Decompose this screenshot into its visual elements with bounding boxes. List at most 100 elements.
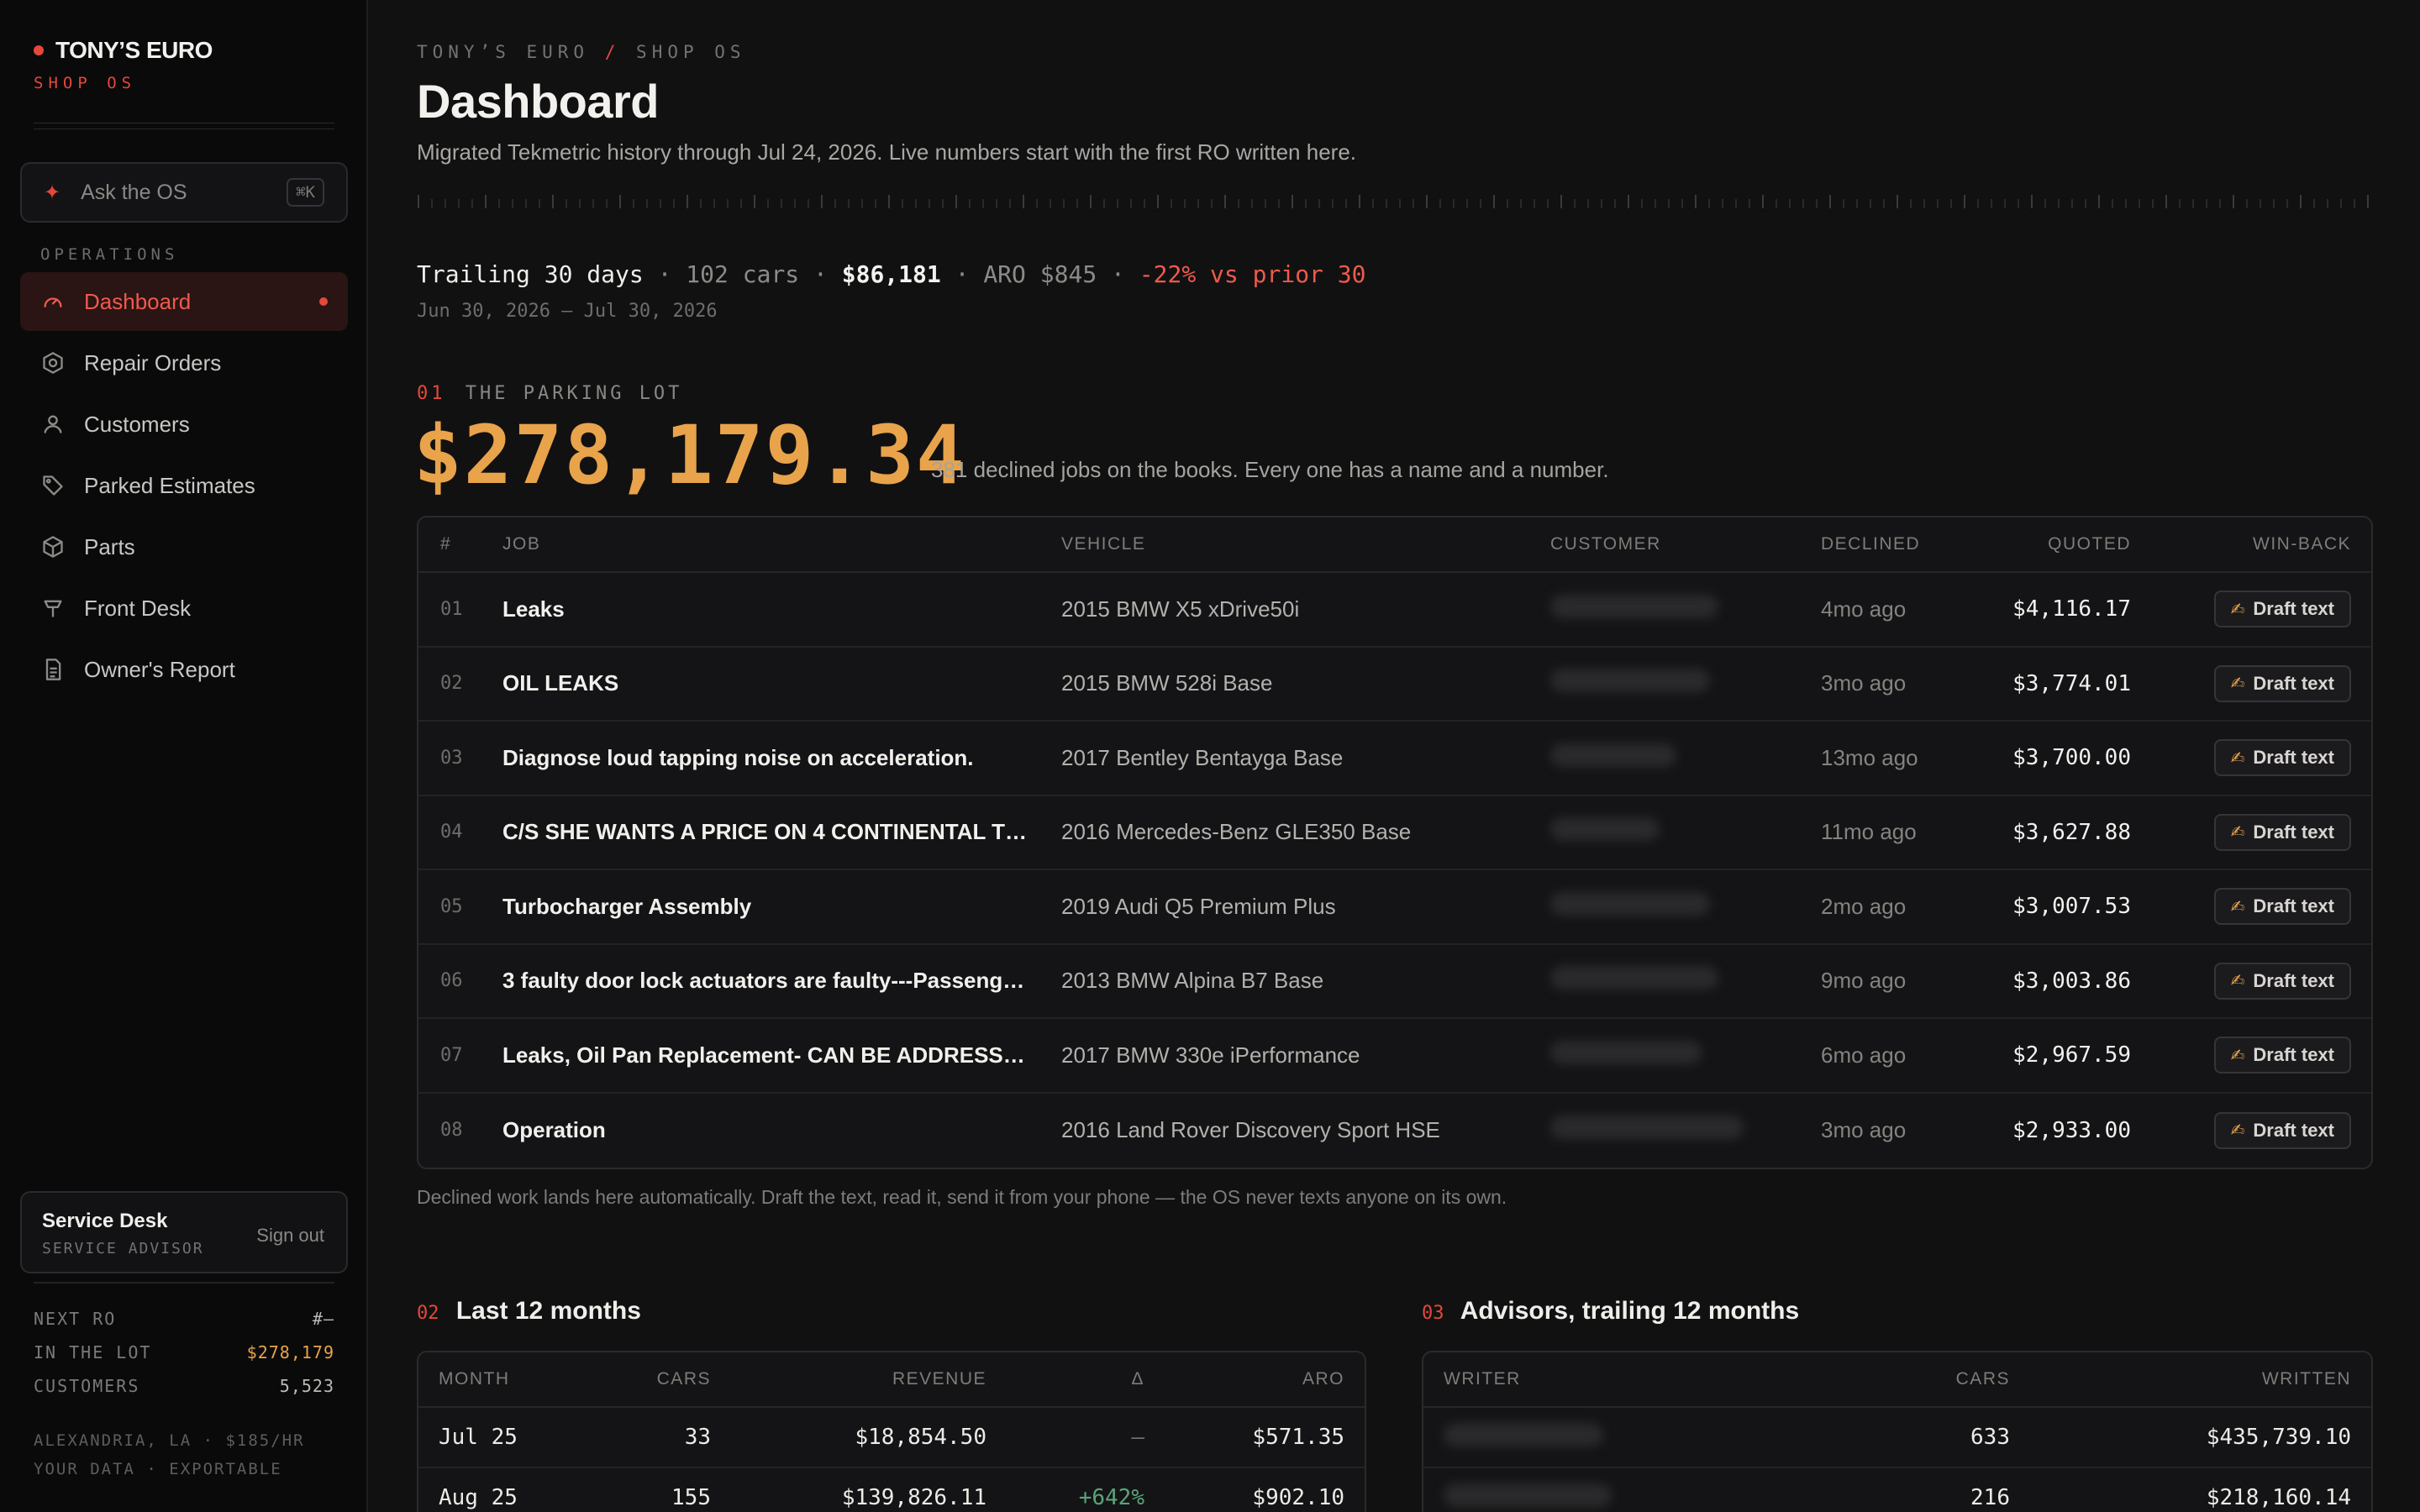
table-row[interactable]: 03 Diagnose loud tapping noise on acceler… [418, 722, 2371, 796]
customer-cell-redacted [1550, 1040, 1702, 1070]
row-number: 07 [440, 1044, 463, 1066]
draft-text-label: Draft text [2253, 1044, 2334, 1066]
winback-cell: ✍ Draft text [2213, 739, 2351, 777]
draft-text-button[interactable]: ✍ Draft text [2213, 888, 2351, 926]
declined-cell: 3mo ago [1821, 1117, 1907, 1143]
sidebar-item-dashboard[interactable]: Dashboard [20, 272, 348, 331]
table-row[interactable]: 633 $435,739.10 [1423, 1408, 2371, 1468]
table-row[interactable]: 216 $218,160.14 [1423, 1468, 2371, 1512]
sidebar-item-parts[interactable]: Parts [20, 517, 348, 576]
col-written: WRITTEN [2261, 1369, 2351, 1389]
draft-text-label: Draft text [2253, 672, 2334, 694]
ask-the-os-button[interactable]: ✦ Ask the OS ⌘K [20, 162, 348, 223]
vehicle-cell: 2013 BMW Alpina B7 Base [1061, 968, 1324, 994]
stat-value: 5,523 [279, 1376, 334, 1396]
winback-cell: ✍ Draft text [2213, 962, 2351, 1000]
col-revenue: REVENUE [892, 1369, 986, 1389]
sidebar-item-owners-report[interactable]: Owner's Report [20, 640, 348, 699]
sidebar-item-label: Repair Orders [84, 349, 222, 375]
writer-cell-redacted [1444, 1483, 1612, 1512]
breadcrumb-shop[interactable]: TONY’S EURO [417, 42, 589, 62]
stat-value: $278,179 [246, 1342, 334, 1362]
table-row[interactable]: Aug 25 155 $139,826.11 +642% $902.10 [418, 1468, 1365, 1512]
row-number: 05 [440, 895, 463, 917]
quoted-cell: $3,003.86 [2012, 968, 2131, 994]
customer-cell-redacted [1550, 891, 1710, 921]
cars-cell: 33 [684, 1425, 711, 1450]
quoted-cell: $4,116.17 [2012, 596, 2131, 622]
sign-out-button[interactable]: Sign out [256, 1225, 324, 1247]
winback-cell: ✍ Draft text [2213, 1037, 2351, 1074]
trailing-dates: Jun 30, 2026 – Jul 30, 2026 [417, 301, 718, 322]
draft-text-button[interactable]: ✍ Draft text [2213, 591, 2351, 628]
vehicle-cell: 2016 Land Rover Discovery Sport HSE [1061, 1117, 1440, 1143]
table-header: MONTH CARS REVENUE Δ ARO [418, 1352, 1365, 1408]
breadcrumb: TONY’S EURO / SHOP OS [417, 42, 746, 62]
declined-cell: 3mo ago [1821, 670, 1907, 696]
table-row[interactable]: 06 3 faulty door lock actuators are fault… [418, 945, 2371, 1019]
sidebar-item-front-desk[interactable]: Front Desk [20, 579, 348, 638]
delta-cell: +642% [1078, 1485, 1144, 1510]
brand[interactable]: TONY’S EURO SHOP OS [34, 37, 213, 92]
draft-text-button[interactable]: ✍ Draft text [2213, 664, 2351, 702]
table-row[interactable]: 07 Leaks, Oil Pan Replacement- CAN BE ADD… [418, 1019, 2371, 1094]
job-cell: OIL LEAKS [502, 670, 619, 696]
active-dot-icon [319, 297, 328, 306]
trailing-cars: 102 cars [686, 260, 800, 288]
winback-cell: ✍ Draft text [2213, 888, 2351, 926]
draft-text-button[interactable]: ✍ Draft text [2213, 739, 2351, 777]
vehicle-cell: 2017 BMW 330e iPerformance [1061, 1042, 1360, 1068]
trailing-aro: ARO $845 [983, 260, 1097, 288]
sidebar: TONY’S EURO SHOP OS ✦ Ask the OS ⌘K OPER… [0, 0, 368, 1512]
row-number: 02 [440, 673, 463, 695]
stat-label: CUSTOMERS [34, 1376, 140, 1396]
tag-icon [40, 473, 66, 498]
writing-hand-icon: ✍ [2230, 823, 2245, 843]
cars-cell: 216 [1970, 1485, 2010, 1510]
col-month: MONTH [439, 1369, 510, 1389]
draft-text-button[interactable]: ✍ Draft text [2213, 962, 2351, 1000]
breadcrumb-separator: / [604, 42, 621, 62]
aro-cell: $571.35 [1252, 1425, 1344, 1450]
draft-text-button[interactable]: ✍ Draft text [2213, 1037, 2351, 1074]
draft-text-label: Draft text [2253, 969, 2334, 991]
footer-export: YOUR DATA · EXPORTABLE [34, 1460, 282, 1478]
parking-footnote: Declined work lands here automatically. … [417, 1186, 1507, 1208]
declined-cell: 6mo ago [1821, 1042, 1907, 1068]
breadcrumb-app[interactable]: SHOP OS [636, 42, 746, 62]
sidebar-nav: Dashboard Repair Orders Customers Parked… [20, 272, 348, 701]
table-row[interactable]: 02 OIL LEAKS 2015 BMW 528i Base 3mo ago $3,7… [418, 648, 2371, 722]
draft-text-button[interactable]: ✍ Draft text [2213, 813, 2351, 851]
parking-lot-note: 381 declined jobs on the books. Every on… [931, 457, 1609, 482]
table-row[interactable]: 05 Turbocharger Assembly 2019 Audi Q5 Prem… [418, 870, 2371, 945]
sidebar-item-label: Customers [84, 411, 190, 437]
col-delta: Δ [1131, 1369, 1144, 1389]
table-row[interactable]: Jul 25 33 $18,854.50 — $571.35 [418, 1408, 1365, 1468]
sidebar-item-parked-estimates[interactable]: Parked Estimates [20, 456, 348, 515]
table-row[interactable]: 04 C/S SHE WANTS A PRICE ON 4 CONTINENTAL… [418, 796, 2371, 870]
declined-cell: 11mo ago [1821, 819, 1917, 845]
section-title: Last 12 months [455, 1297, 641, 1325]
col-customer: CUSTOMER [1550, 534, 1661, 554]
declined-cell: 4mo ago [1821, 596, 1907, 622]
section-number: 01 [417, 383, 446, 404]
table-row[interactable]: 08 Operation 2016 Land Rover Discovery Spo… [418, 1094, 2371, 1168]
written-cell: $218,160.14 [2206, 1485, 2351, 1510]
stat-in-the-lot: IN THE LOT $278,179 [34, 1342, 334, 1376]
table-row[interactable]: 01 Leaks 2015 BMW X5 xDrive50i 4mo ago $4,11… [418, 573, 2371, 648]
writer-cell-redacted [1444, 1422, 1603, 1452]
stat-next-ro: NEXT RO #— [34, 1309, 334, 1342]
sidebar-item-label: Front Desk [84, 595, 192, 621]
winback-cell: ✍ Draft text [2213, 591, 2351, 628]
col-cars: CARS [1955, 1369, 2010, 1389]
brand-name: TONY’S EURO [55, 37, 213, 63]
writing-hand-icon: ✍ [2230, 675, 2245, 694]
vehicle-cell: 2016 Mercedes-Benz GLE350 Base [1061, 819, 1412, 845]
draft-text-button[interactable]: ✍ Draft text [2213, 1111, 2351, 1149]
written-cell: $435,739.10 [2206, 1425, 2351, 1450]
section-number: 02 [417, 1303, 439, 1324]
sidebar-item-repair-orders[interactable]: Repair Orders [20, 333, 348, 392]
sidebar-item-customers[interactable]: Customers [20, 395, 348, 454]
aro-cell: $902.10 [1252, 1485, 1344, 1510]
customer-cell-redacted [1550, 594, 1718, 624]
